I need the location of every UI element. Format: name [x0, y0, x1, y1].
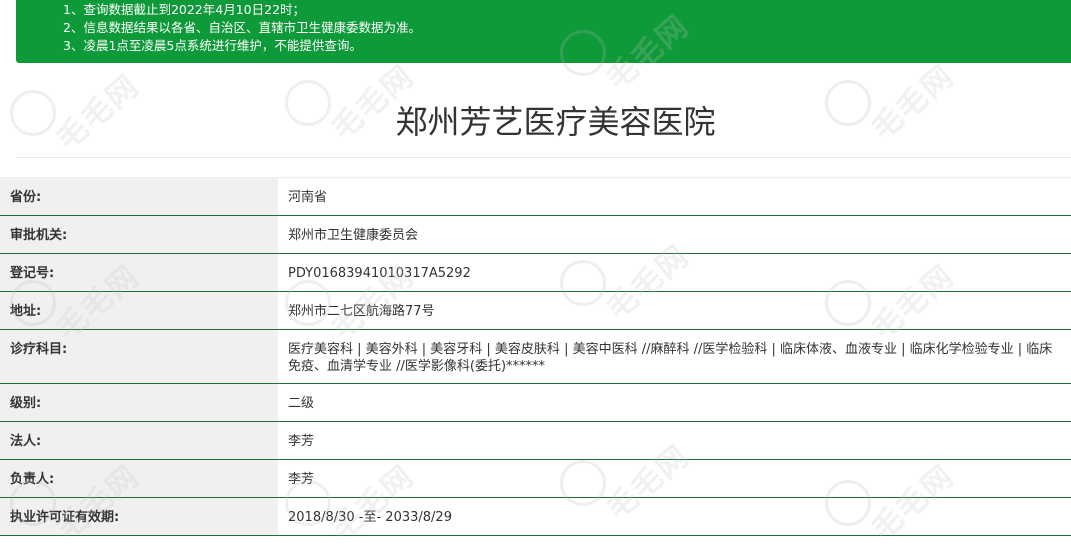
- row-label: 法人:: [0, 422, 278, 459]
- row-value: 河南省: [288, 190, 328, 205]
- table-row-registration-number: 登记号: PDY01683941010317A5292: [0, 254, 1071, 292]
- row-label: 负责人:: [0, 460, 278, 497]
- row-label: 审批机关:: [0, 216, 278, 253]
- notice-line-3: 3、凌晨1点至凌晨5点系统进行维护，不能提供查询。: [63, 38, 362, 53]
- row-value: 郑州市卫生健康委员会: [288, 228, 419, 243]
- row-value: 医疗美容科 | 美容外科 | 美容牙科 | 美容皮肤科 | 美容中医科 //麻醉…: [288, 342, 1053, 374]
- table-row-province: 省份: 河南省: [0, 178, 1071, 216]
- hospital-info-table: 省份: 河南省 审批机关: 郑州市卫生健康委员会 登记号: PDY0168394…: [0, 177, 1071, 536]
- row-label: 地址:: [0, 292, 278, 329]
- page: 1、查询数据截止到2022年4月10日22时； 2、信息数据结果以各省、自治区、…: [0, 0, 1071, 553]
- table-row-person-in-charge: 负责人: 李芳: [0, 460, 1071, 498]
- notice-banner: 1、查询数据截止到2022年4月10日22时； 2、信息数据结果以各省、自治区、…: [16, 0, 1071, 63]
- table-row-address: 地址: 郑州市二七区航海路77号: [0, 292, 1071, 330]
- notice-line-1: 1、查询数据截止到2022年4月10日22时；: [63, 2, 306, 17]
- row-value: PDY01683941010317A5292: [288, 266, 471, 281]
- row-value: 二级: [288, 396, 315, 411]
- row-label: 登记号:: [0, 254, 278, 291]
- row-value: 郑州市二七区航海路77号: [288, 304, 435, 319]
- row-label: 省份:: [0, 178, 278, 215]
- table-row-level: 级别: 二级: [0, 384, 1071, 422]
- hospital-name-title: 郑州芳艺医疗美容医院: [395, 103, 716, 141]
- notice-line-2: 2、信息数据结果以各省、自治区、直辖市卫生健康委数据为准。: [63, 20, 421, 35]
- row-label: 级别:: [0, 384, 278, 421]
- row-label: 诊疗科目:: [0, 330, 278, 383]
- table-row-license-validity: 执业许可证有效期: 2018/8/30 -至- 2033/8/29: [0, 498, 1071, 536]
- table-row-authority: 审批机关: 郑州市卫生健康委员会: [0, 216, 1071, 254]
- row-value: 李芳: [288, 472, 315, 487]
- row-label: 执业许可证有效期:: [0, 498, 278, 535]
- table-row-legal-person: 法人: 李芳: [0, 422, 1071, 460]
- title-divider: [16, 157, 1071, 158]
- row-value: 李芳: [288, 434, 315, 449]
- table-row-departments: 诊疗科目: 医疗美容科 | 美容外科 | 美容牙科 | 美容皮肤科 | 美容中医…: [0, 330, 1071, 384]
- row-value: 2018/8/30 -至- 2033/8/29: [288, 510, 452, 525]
